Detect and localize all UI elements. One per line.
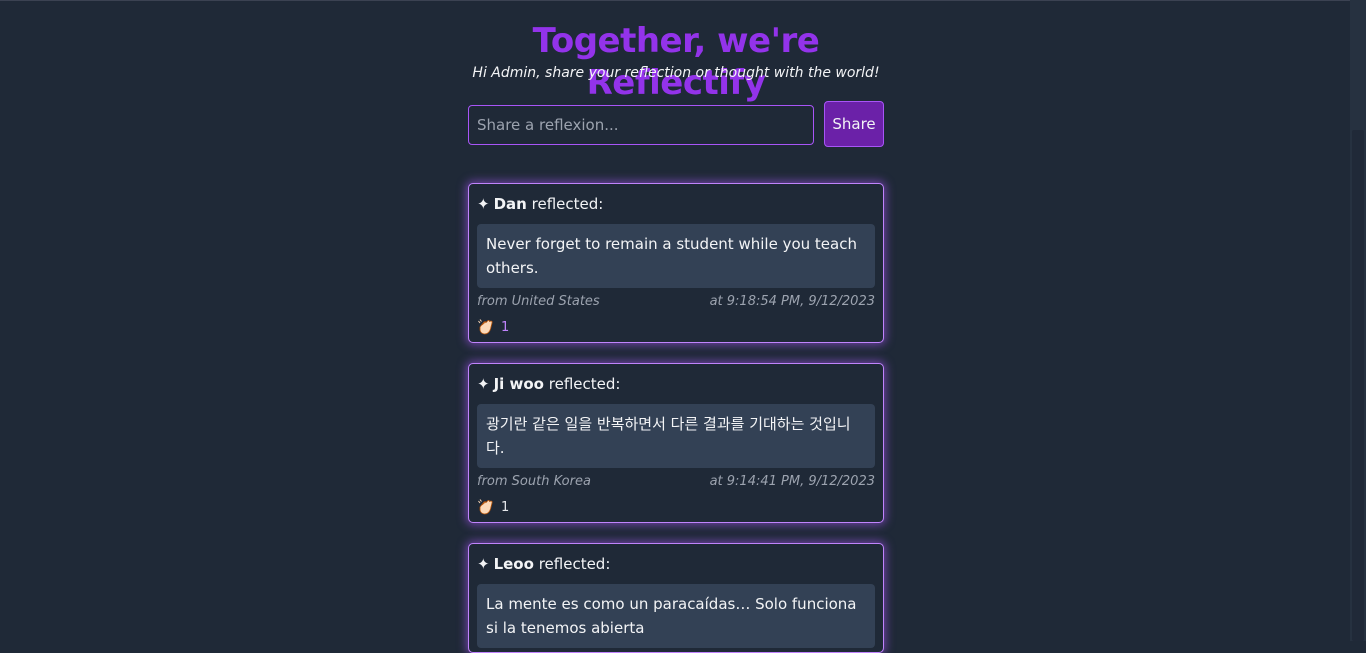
card-meta: from United States at 9:18:54 PM, 9/12/2…: [477, 294, 875, 310]
scrollbar[interactable]: [1350, 0, 1366, 641]
clap-count: 1: [501, 499, 510, 515]
card-meta: from South Korea at 9:14:41 PM, 9/12/202…: [477, 474, 875, 490]
reflection-input[interactable]: [468, 105, 814, 145]
post-timestamp: at 9:14:41 PM, 9/12/2023: [709, 474, 875, 489]
post-location: from South Korea: [477, 474, 591, 489]
share-button[interactable]: Share: [824, 101, 884, 147]
page-title: Together, we're Reflectify: [532, 21, 820, 103]
reflected-label: reflected:: [531, 195, 604, 213]
post-location: from United States: [477, 294, 600, 309]
card-header: ✦ Ji woo reflected:: [477, 372, 875, 396]
share-form: Share: [468, 101, 884, 147]
reflection-card: ✦ Ji woo reflected: 광기란 같은 일을 반복하면서 다른 결과…: [468, 363, 884, 523]
top-border: [0, 0, 1366, 1]
post-timestamp: at 9:18:54 PM, 9/12/2023: [709, 294, 875, 309]
sparkle-icon: ✦: [477, 195, 490, 213]
sparkle-icon: ✦: [477, 375, 490, 393]
reflection-text: La mente es como un paracaídas… Solo fun…: [477, 584, 875, 648]
sparkle-icon: ✦: [477, 555, 490, 573]
reflection-card: ✦ Leoo reflected: La mente es como un par…: [468, 543, 884, 653]
reflection-text: 광기란 같은 일을 반복하면서 다른 결과를 기대하는 것입니다.: [477, 404, 875, 468]
reflected-label: reflected:: [548, 375, 621, 393]
card-header: ✦ Dan reflected:: [477, 192, 875, 216]
clap-reaction[interactable]: 1: [477, 316, 875, 338]
author-name: Dan: [493, 195, 527, 213]
clap-count: 1: [501, 319, 510, 335]
clapping-hands-icon: [478, 319, 493, 335]
scrollbar-thumb[interactable]: [1352, 130, 1364, 641]
card-header: ✦ Leoo reflected:: [477, 552, 875, 576]
author-name: Leoo: [493, 555, 534, 573]
page-subtitle: Hi Admin, share your reflection or thoug…: [472, 65, 880, 81]
reflection-text: Never forget to remain a student while y…: [477, 224, 875, 288]
reflected-label: reflected:: [538, 555, 611, 573]
clapping-hands-icon: [478, 499, 493, 515]
clap-reaction[interactable]: 1: [477, 496, 875, 518]
reflection-card: ✦ Dan reflected: Never forget to remain a…: [468, 183, 884, 343]
author-name: Ji woo: [493, 375, 544, 393]
